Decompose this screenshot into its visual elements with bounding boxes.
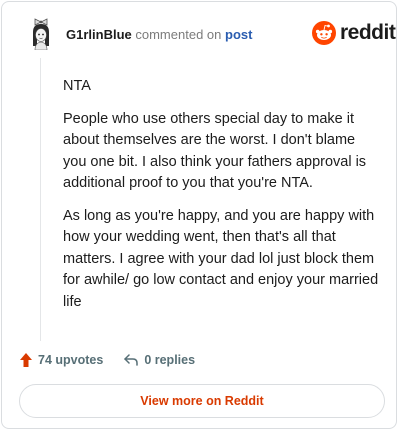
user-avatar[interactable] [26,16,56,51]
post-link[interactable]: post [225,27,252,42]
avatar-icon [33,18,49,51]
reddit-wordmark: reddit [340,21,396,44]
reply-count: 0 replies [144,353,196,367]
username-link[interactable]: G1rlinBlue [66,27,132,42]
comment-footer: 74 upvotes 0 replies [19,350,195,370]
reply-arrow-icon [124,354,139,366]
commented-on-text: commented on [135,27,222,42]
comment-paragraph: As long as you're happy, and you are hap… [63,207,379,310]
upvote-arrow-icon [20,353,32,367]
upvote-count: 74 upvotes [38,353,104,367]
replies-button[interactable]: 0 replies [123,353,195,367]
thread-line [40,58,41,341]
comment-paragraph: NTA [63,78,91,94]
comment-header: G1rlinBlue commented on post [66,28,252,42]
comment-card: G1rlinBlue commented on post reddit NTA … [1,1,397,429]
comment-body: NTA People who use others special day to… [63,76,381,324]
upvote-button[interactable]: 74 upvotes [19,352,103,368]
reddit-logo[interactable]: reddit [312,21,396,45]
comment-paragraph: People who use others special day to mak… [63,110,367,192]
reddit-alien-icon [312,21,336,45]
view-more-button[interactable]: View more on Reddit [19,384,385,418]
